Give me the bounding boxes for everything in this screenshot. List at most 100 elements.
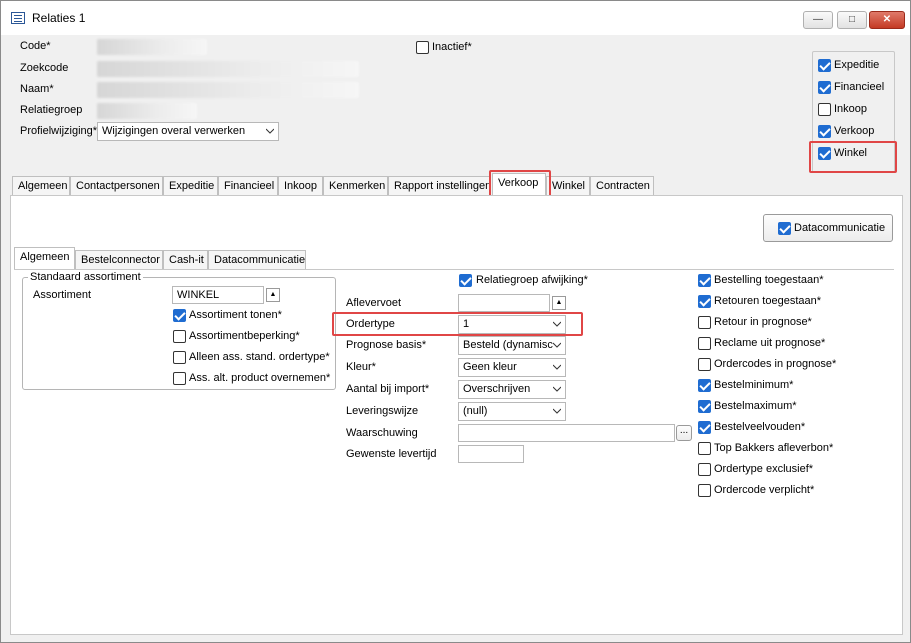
inkoop-checkbox[interactable]	[818, 103, 831, 116]
tab-kenmerken[interactable]: Kenmerken	[323, 176, 388, 196]
tab-winkel[interactable]: Winkel	[546, 176, 590, 196]
gewenste-levertijd-field[interactable]	[458, 445, 524, 463]
prognose-select[interactable]: Besteld (dynamisc	[458, 336, 566, 355]
subtab-cash-it[interactable]: Cash-it	[163, 250, 208, 270]
list-icon	[11, 12, 25, 24]
subtab-bestelconnector[interactable]: Bestelconnector	[75, 250, 163, 270]
assortiment-field[interactable]: WINKEL	[172, 286, 264, 304]
ordercode-verplicht-checkbox[interactable]	[698, 484, 711, 497]
maximize-button[interactable]: □	[837, 11, 867, 29]
tab-rapport-instellingen[interactable]: Rapport instellingen	[388, 176, 491, 196]
zoekcode-field[interactable]	[97, 61, 359, 77]
title-bar: Relaties 1 — □ ✕	[1, 1, 910, 35]
subtab-datacommunicatie[interactable]: Datacommunicatie	[208, 250, 306, 270]
kleur-select[interactable]: Geen kleur	[458, 358, 566, 377]
assortiment-tonen-checkbox[interactable]	[173, 309, 186, 322]
tab-expeditie[interactable]: Expeditie	[163, 176, 218, 196]
aantal-select[interactable]: Overschrijven	[458, 380, 566, 399]
bestelling-toegestaan-checkbox[interactable]	[698, 274, 711, 287]
aantal-value: Overschrijven	[463, 383, 531, 395]
retour-in-prognose-label: Retour in prognose*	[714, 316, 812, 328]
aflevervoet-lookup-button[interactable]: ▲	[552, 296, 566, 310]
tab-contracten[interactable]: Contracten	[590, 176, 654, 196]
subtab-divider	[14, 269, 894, 270]
expeditie-checkbox[interactable]	[818, 59, 831, 72]
top-bakkers-label: Top Bakkers afleverbon*	[714, 442, 834, 454]
ordertype-exclusief-checkbox[interactable]	[698, 463, 711, 476]
expeditie-label: Expeditie	[834, 59, 880, 71]
relatiegroep-afwijking-checkbox[interactable]	[459, 274, 472, 287]
chevron-down-icon	[553, 364, 561, 370]
assortimentbeperking-checkbox[interactable]	[173, 330, 186, 343]
bestelmaximum-label: Bestelmaximum*	[714, 400, 797, 412]
naam-label: Naam*	[20, 83, 54, 95]
ordercodes-in-prognose-label: Ordercodes in prognose*	[714, 358, 837, 370]
minimize-button[interactable]: —	[803, 11, 833, 29]
bestelveelvouden-checkbox[interactable]	[698, 421, 711, 434]
kleur-label: Kleur*	[346, 361, 376, 373]
waarschuwing-ellipsis-button[interactable]: ...	[676, 425, 692, 441]
bestelling-toegestaan-label: Bestelling toegestaan*	[714, 274, 824, 286]
leveringswijze-label: Leveringswijze	[346, 405, 419, 417]
ordertype-exclusief-label: Ordertype exclusief*	[714, 463, 814, 475]
zoekcode-label: Zoekcode	[20, 62, 69, 74]
datacommunicatie-button[interactable]: Datacommunicatie	[763, 214, 893, 242]
waarschuwing-field[interactable]	[458, 424, 675, 442]
reclame-uit-prognose-checkbox[interactable]	[698, 337, 711, 350]
relatiegroep-field[interactable]	[97, 103, 197, 119]
bestelmaximum-checkbox[interactable]	[698, 400, 711, 413]
verkoop-checkbox[interactable]	[818, 125, 831, 138]
retouren-toegestaan-checkbox[interactable]	[698, 295, 711, 308]
leveringswijze-value: (null)	[463, 405, 488, 417]
waarschuwing-label: Waarschuwing	[346, 427, 418, 439]
prognose-value: Besteld (dynamisc	[463, 339, 553, 351]
leveringswijze-select[interactable]: (null)	[458, 402, 566, 421]
aflevervoet-field[interactable]	[458, 294, 550, 312]
retouren-toegestaan-label: Retouren toegestaan*	[714, 295, 822, 307]
gewenste-levertijd-label: Gewenste levertijd	[346, 448, 437, 460]
code-field[interactable]	[97, 39, 207, 55]
code-label: Code*	[20, 40, 51, 52]
inactief-label: Inactief*	[432, 41, 472, 53]
profielwijziging-select[interactable]: Wijzigingen overal verwerken	[97, 122, 279, 141]
subtab-algemeen[interactable]: Algemeen	[14, 247, 75, 270]
inactief-checkbox[interactable]	[416, 41, 429, 54]
relatiegroep-afwijking-label: Relatiegroep afwijking*	[476, 274, 588, 286]
assortiment-label: Assortiment	[33, 289, 92, 301]
ordercodes-in-prognose-checkbox[interactable]	[698, 358, 711, 371]
tab-financieel[interactable]: Financieel	[218, 176, 278, 196]
bestelminimum-checkbox[interactable]	[698, 379, 711, 392]
close-button[interactable]: ✕	[869, 11, 905, 29]
tab-contactpersonen[interactable]: Contactpersonen	[70, 176, 163, 196]
datacommunicatie-checkbox[interactable]	[778, 222, 791, 235]
ordertype-highlight	[332, 312, 583, 336]
standaard-assortiment-legend: Standaard assortiment	[28, 271, 143, 283]
verkoop-label: Verkoop	[834, 125, 875, 137]
reclame-uit-prognose-label: Reclame uit prognose*	[714, 337, 826, 349]
aantal-label: Aantal bij import*	[346, 383, 430, 395]
assortiment-lookup-button[interactable]: ▲	[266, 288, 280, 302]
financieel-checkbox[interactable]	[818, 81, 831, 94]
kleur-value: Geen kleur	[463, 361, 517, 373]
assortiment-tonen-label: Assortiment tonen*	[189, 309, 282, 321]
window-title: Relaties 1	[32, 11, 86, 25]
ass-alt-checkbox[interactable]	[173, 372, 186, 385]
ass-alt-label: Ass. alt. product overnemen*	[189, 372, 331, 384]
top-bakkers-checkbox[interactable]	[698, 442, 711, 455]
alleen-ass-checkbox[interactable]	[173, 351, 186, 364]
datacommunicatie-label: Datacommunicatie	[794, 222, 886, 234]
tab-inkoop[interactable]: Inkoop	[278, 176, 323, 196]
naam-field[interactable]	[97, 82, 359, 98]
retour-in-prognose-checkbox[interactable]	[698, 316, 711, 329]
tab-algemeen[interactable]: Algemeen	[12, 176, 70, 196]
chevron-down-icon	[266, 128, 274, 134]
winkel-highlight	[809, 141, 897, 173]
inkoop-label: Inkoop	[834, 103, 868, 115]
chevron-down-icon	[553, 342, 561, 348]
financieel-label: Financieel	[834, 81, 885, 93]
prognose-label: Prognose basis*	[346, 339, 427, 351]
alleen-ass-label: Alleen ass. stand. ordertype*	[189, 351, 330, 363]
bestelminimum-label: Bestelminimum*	[714, 379, 794, 391]
chevron-down-icon	[553, 386, 561, 392]
bestelveelvouden-label: Bestelveelvouden*	[714, 421, 806, 433]
